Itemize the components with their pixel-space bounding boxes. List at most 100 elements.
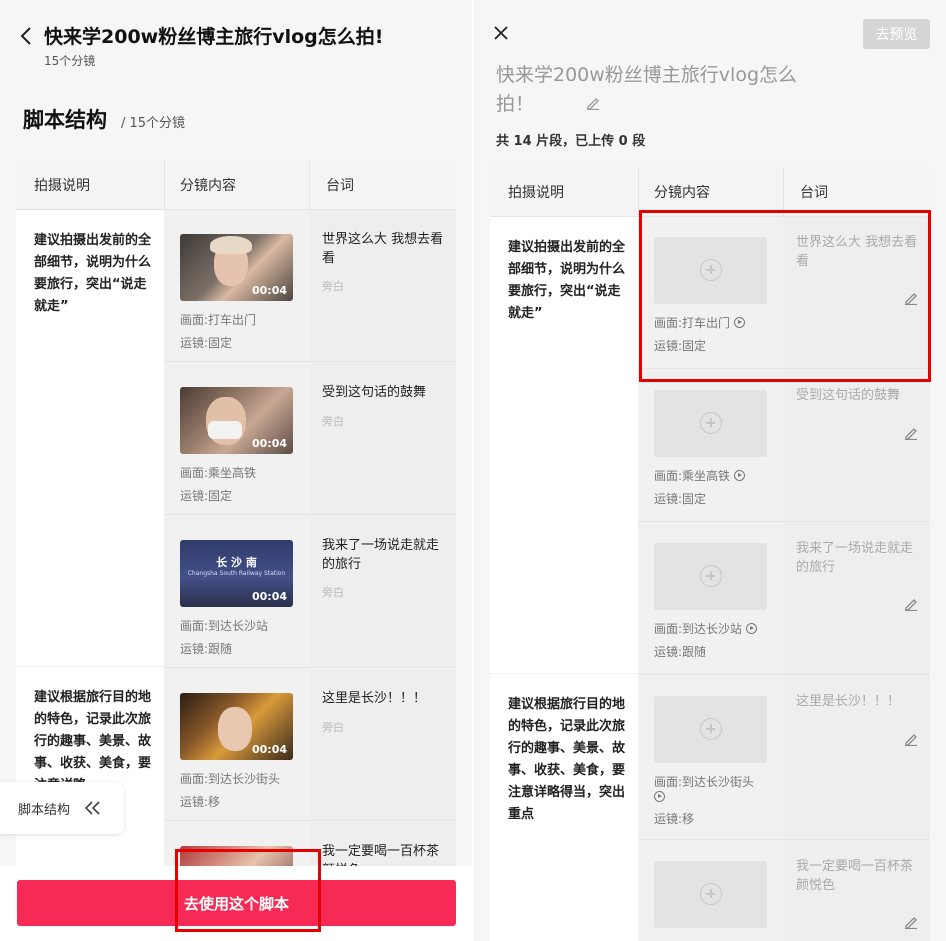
- scene-label: 画面:到达长沙站: [654, 620, 758, 637]
- scene-label: 画面:到达长沙街头: [180, 772, 281, 786]
- page-title: 快来学200w粉丝博主旅行vlog怎么拍!: [44, 26, 384, 48]
- play-icon[interactable]: [734, 470, 746, 481]
- shot-cell[interactable]: 00:04 画面:到达长沙街头 运镜:移: [164, 669, 310, 821]
- upload-placeholder[interactable]: [654, 543, 767, 610]
- instruction-text: 建议根据旅行目的地的特色，记录此次旅行的趣事、美景、故事、收获、美食，要注意详略…: [508, 697, 626, 822]
- mask-shape: [208, 421, 242, 439]
- scene-label: 画面:打车出门: [180, 313, 257, 327]
- station-sign-english: Changsha South Railway Station: [187, 570, 286, 577]
- shot-thumbnail[interactable]: 长 沙 南 Changsha South Railway Station 00:…: [180, 540, 293, 607]
- line-cell[interactable]: 我来了一场说走就走的旅行 旁白: [310, 516, 456, 668]
- preview-button[interactable]: 去预览: [863, 19, 930, 49]
- voice-type: 旁白: [322, 280, 344, 293]
- upload-placeholder[interactable]: [654, 390, 767, 457]
- line-cell[interactable]: 世界这么大 我想去看看 旁白: [310, 210, 456, 362]
- station-sign-text: 长 沙 南: [216, 556, 257, 569]
- instruction-text: 建议拍摄出发前的全部细节，说明为什么要旅行，突出“说走就走”: [508, 240, 626, 321]
- shot-cell[interactable]: 画面:到达长沙街头 运镜:移: [638, 676, 784, 840]
- voice-type: 旁白: [322, 721, 344, 734]
- shot-thumbnail[interactable]: 00:04: [180, 387, 293, 454]
- instruction-text: 建议根据旅行目的地的特色，记录此次旅行的趣事、美景、故事、收获、美食，要注意详略: [34, 690, 152, 793]
- instruction-cell: 建议根据旅行目的地的特色，记录此次旅行的趣事、美景、故事、收获、美食，要注意详略…: [490, 674, 638, 941]
- duration-label: 00:04: [251, 590, 287, 603]
- line-text: 受到这句话的鼓舞: [796, 388, 901, 403]
- section-title: 脚本结构: [23, 108, 107, 132]
- line-text: 这里是长沙！！！: [322, 691, 427, 706]
- scene-label: 画面:乘坐高铁: [180, 466, 257, 480]
- back-arrow-icon[interactable]: [18, 25, 36, 47]
- edit-pencil-icon[interactable]: [904, 732, 918, 746]
- line-text: 世界这么大 我想去看看: [322, 232, 444, 266]
- shot-cell[interactable]: 00:04 画面:乘坐高铁 运镜:固定: [164, 363, 310, 515]
- shot-thumbnail[interactable]: 00:04: [180, 234, 293, 301]
- header-divider: [164, 160, 165, 210]
- header-instructions: 拍摄说明: [34, 178, 90, 194]
- scene-label: 画面:乘坐高铁: [654, 467, 746, 484]
- highlight-box: [175, 849, 321, 932]
- close-icon[interactable]: [494, 26, 508, 40]
- instruction-text: 建议拍摄出发前的全部细节，说明为什么要旅行，突出“说走就走”: [34, 233, 152, 314]
- person-figure: [218, 707, 252, 751]
- line-cell[interactable]: 我一定要喝一百杯茶颜悦色: [784, 841, 930, 941]
- play-icon[interactable]: [746, 623, 758, 634]
- upload-placeholder[interactable]: [654, 861, 767, 928]
- double-chevron-left-icon: [84, 801, 100, 815]
- editable-title[interactable]: 快来学200w粉丝博主旅行vlog怎么拍！: [496, 61, 806, 119]
- highlight-box: [639, 210, 931, 382]
- table-header: 拍摄说明 分镜内容 台词: [16, 160, 456, 210]
- edit-pencil-icon[interactable]: [586, 96, 600, 110]
- header-shot-content: 分镜内容: [180, 178, 236, 194]
- script-structure-toggle[interactable]: 脚本结构: [0, 782, 124, 834]
- shot-thumbnail[interactable]: 00:04: [180, 693, 293, 760]
- script-template-panel: 快来学200w粉丝博主旅行vlog怎么拍! 15个分镜 脚本结构 / 15个分镜…: [0, 0, 472, 941]
- scene-label: 画面:到达长沙街头: [654, 775, 755, 789]
- script-editor-panel: 去预览 快来学200w粉丝博主旅行vlog怎么拍！ 共 14 片段，已上传 0 …: [474, 0, 946, 941]
- header-instructions: 拍摄说明: [508, 185, 564, 201]
- line-cell[interactable]: 受到这句话的鼓舞: [784, 370, 930, 522]
- voice-type: 旁白: [322, 415, 344, 428]
- shot-count: 15个分镜: [44, 54, 96, 68]
- add-circle-icon: [700, 718, 722, 740]
- edit-pencil-icon[interactable]: [904, 426, 918, 440]
- camera-move-label: 运镜:移: [180, 795, 221, 809]
- scene-label: 画面:到达长沙站: [180, 619, 269, 633]
- line-cell[interactable]: 受到这句话的鼓舞 旁白: [310, 363, 456, 515]
- instruction-cell: 建议拍摄出发前的全部细节，说明为什么要旅行，突出“说走就走”: [490, 217, 638, 673]
- upload-count: 共 14 片段，已上传 0 段: [496, 134, 646, 149]
- camera-move-label: 运镜:移: [654, 812, 695, 826]
- line-text: 我来了一场说走就走的旅行: [322, 538, 440, 572]
- shot-cell[interactable]: 00:04 画面:打车出门 运镜:固定: [164, 210, 310, 362]
- play-icon[interactable]: [654, 791, 665, 802]
- line-cell[interactable]: 这里是长沙！！！ 旁白: [310, 669, 456, 821]
- line-text: 这里是长沙！！！: [796, 694, 901, 709]
- edit-pencil-icon[interactable]: [904, 597, 918, 611]
- line-text: 我一定要喝一百杯茶颜悦色: [796, 859, 914, 893]
- camera-move-label: 运镜:跟随: [654, 645, 707, 659]
- duration-label: 00:04: [251, 743, 287, 756]
- header-lines: 台词: [326, 178, 354, 194]
- shot-cell[interactable]: 长 沙 南 Changsha South Railway Station 00:…: [164, 516, 310, 668]
- line-text: 受到这句话的鼓舞: [322, 385, 427, 400]
- instruction-cell: 建议拍摄出发前的全部细节，说明为什么要旅行，突出“说走就走”: [16, 210, 164, 666]
- shot-cell[interactable]: 画面:乘坐高铁 运镜:固定: [638, 370, 784, 522]
- camera-move-label: 运镜:固定: [180, 336, 233, 350]
- line-cell[interactable]: 这里是长沙！！！: [784, 676, 930, 840]
- duration-label: 00:04: [251, 284, 287, 297]
- chip-label: 脚本结构: [18, 802, 71, 818]
- voice-type: 旁白: [322, 586, 344, 599]
- hair-shape: [210, 236, 252, 254]
- upload-placeholder[interactable]: [654, 696, 767, 763]
- camera-move-label: 运镜:固定: [180, 489, 233, 503]
- camera-move-label: 运镜:固定: [654, 492, 707, 506]
- shot-cell[interactable]: [638, 841, 784, 941]
- duration-label: 00:04: [251, 437, 287, 450]
- shot-cell[interactable]: 画面:到达长沙站 运镜:跟随: [638, 523, 784, 675]
- section-subtitle: / 15个分镜: [121, 116, 186, 131]
- camera-move-label: 运镜:跟随: [180, 642, 233, 656]
- edit-pencil-icon[interactable]: [904, 915, 918, 929]
- add-circle-icon: [700, 412, 722, 434]
- line-cell[interactable]: 我来了一场说走就走的旅行: [784, 523, 930, 675]
- line-text: 我来了一场说走就走的旅行: [796, 541, 914, 575]
- scene-play: [654, 790, 665, 804]
- add-circle-icon: [700, 565, 722, 587]
